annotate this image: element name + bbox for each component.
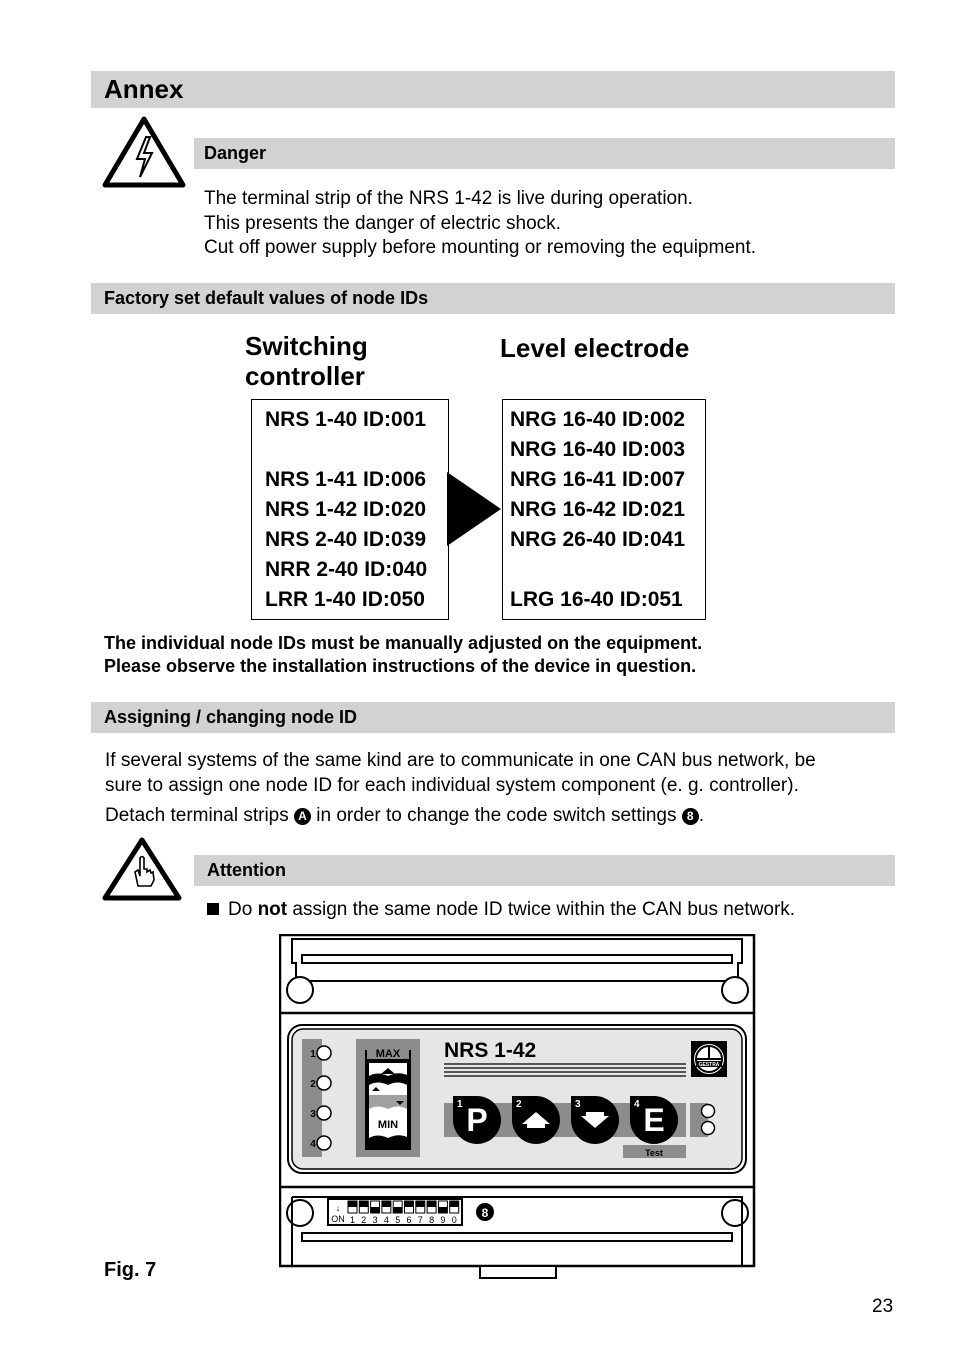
device-label: NRS 1-42: [444, 1039, 536, 1062]
danger-line: Cut off power supply before mounting or …: [204, 237, 757, 258]
detach-instruction: Detach terminal strips A in order to cha…: [105, 806, 704, 825]
dip-number: 1: [350, 1215, 355, 1225]
danger-header: Danger: [194, 138, 895, 169]
device-figure: 1234 MAX MIN NRS 1-42 GESTRA 1P234E Test…: [279, 934, 756, 1279]
controller-node-id: NRR 2-40 ID:040: [265, 558, 428, 581]
led-indicator: [316, 1135, 332, 1151]
led-number: 2: [310, 1079, 316, 1090]
button-number: 3: [575, 1099, 581, 1110]
button-1[interactable]: 1P: [453, 1096, 501, 1144]
controller-node-id: NRS 2-40 ID:039: [265, 528, 427, 551]
marker-8: 8: [681, 808, 699, 825]
bullet-square-icon: [207, 903, 219, 915]
led-indicator: [316, 1075, 332, 1091]
danger-title: Danger: [204, 143, 267, 163]
button-number: 1: [457, 1099, 463, 1110]
bullet-text: Do: [228, 899, 258, 920]
screw-hole-icon: [286, 976, 314, 1004]
danger-line: The terminal strip of the NRS 1-42 is li…: [204, 188, 693, 209]
screw-hole-icon: [286, 1199, 314, 1227]
screw-hole-icon: [721, 976, 749, 1004]
heading-line: Switching: [245, 331, 368, 361]
dip-number: 7: [418, 1215, 423, 1225]
electrode-node-id: NRG 16-41 ID:007: [510, 468, 686, 491]
dip-number: 8: [429, 1215, 434, 1225]
bullet-text: assign the same node ID twice within the…: [287, 899, 796, 920]
note-line: The individual node IDs must be manually…: [104, 633, 703, 653]
note-line: Please observe the installation instruct…: [104, 656, 697, 676]
detach-text: Detach terminal strips: [105, 805, 289, 826]
led-number: 4: [310, 1139, 316, 1150]
dip-number: 2: [361, 1215, 366, 1225]
status-led: [700, 1120, 716, 1136]
level-electrode-heading: Level electrode: [500, 333, 690, 363]
electric-shock-warning-icon: [102, 116, 186, 188]
button-number: 2: [516, 1099, 522, 1110]
controller-node-id: LRR 1-40 ID:050: [265, 588, 425, 611]
led-number: 1: [310, 1049, 316, 1060]
switching-controller-heading: Switching controller: [245, 331, 368, 391]
button-4[interactable]: 4E: [630, 1096, 678, 1144]
dip-arrow-icon: ↓: [336, 1203, 341, 1213]
assigning-paragraph-line: sure to assign one node ID for each indi…: [105, 775, 799, 796]
dip-number: 5: [395, 1215, 400, 1225]
document-page: Annex Danger The terminal strip of the N…: [0, 0, 954, 1352]
assigning-title: Assigning / changing node ID: [104, 707, 358, 727]
status-led: [700, 1103, 716, 1119]
controller-node-id: NRS 1-42 ID:020: [265, 498, 427, 521]
electrode-node-id: LRG 16-40 ID:051: [510, 588, 683, 611]
detach-text: in order to change the code switch setti…: [316, 805, 677, 826]
gestra-logo-icon: GESTRA: [691, 1041, 727, 1077]
arrow-right-icon: [447, 472, 501, 546]
attention-bullet: Do not assign the same node ID twice wit…: [207, 900, 795, 919]
dip-number: 4: [384, 1215, 389, 1225]
page-number: 23: [872, 1296, 894, 1317]
annex-header: Annex: [91, 71, 895, 108]
svg-text:GESTRA: GESTRA: [699, 1062, 720, 1068]
button-3[interactable]: 3: [571, 1096, 619, 1144]
screw-hole-icon: [721, 1199, 749, 1227]
dip-number: 0: [452, 1215, 457, 1225]
led-number: 3: [310, 1109, 316, 1120]
dip-number: 6: [406, 1215, 411, 1225]
dip-on-label: ON: [331, 1214, 345, 1224]
button-number: 4: [634, 1099, 640, 1110]
electrode-node-id: NRG 16-40 ID:003: [510, 438, 686, 461]
test-label: Test: [645, 1148, 663, 1158]
attention-title: Attention: [207, 860, 286, 880]
factory-title: Factory set default values of node IDs: [104, 288, 429, 308]
dip-number: 9: [440, 1215, 445, 1225]
assigning-header: Assigning / changing node ID: [91, 702, 895, 733]
controller-node-id: NRS 1-41 ID:006: [265, 468, 427, 491]
hand-attention-icon: [102, 837, 182, 901]
detach-text: .: [698, 805, 705, 826]
button-label: E: [643, 1102, 664, 1138]
button-2[interactable]: 2: [512, 1096, 560, 1144]
button-label: P: [466, 1102, 487, 1138]
annex-title: Annex: [104, 74, 184, 104]
controller-node-id: NRS 1-40 ID:001: [265, 408, 427, 431]
bullet-bold: not: [257, 899, 288, 920]
node-id-notes: The individual node IDs must be manually…: [104, 632, 702, 678]
electrode-node-id: NRG 16-42 ID:021: [510, 498, 686, 521]
max-label: MAX: [376, 1048, 401, 1060]
heading-line: controller: [245, 361, 365, 391]
figure-caption: Fig. 7: [104, 1259, 157, 1281]
danger-line: This presents the danger of electric sho…: [204, 213, 561, 234]
assigning-paragraph-line: If several systems of the same kind are …: [105, 750, 816, 771]
electrode-node-id: NRG 16-40 ID:002: [510, 408, 686, 431]
dip-marker: 8: [482, 1206, 489, 1220]
led-indicator: [316, 1105, 332, 1121]
min-label: MIN: [378, 1119, 398, 1131]
electrode-node-id: NRG 26-40 ID:041: [510, 528, 686, 551]
led-indicator: [316, 1045, 332, 1061]
marker-a: A: [294, 808, 312, 825]
attention-header: Attention: [194, 855, 895, 886]
factory-header: Factory set default values of node IDs: [91, 283, 895, 314]
dip-number: 3: [373, 1215, 378, 1225]
